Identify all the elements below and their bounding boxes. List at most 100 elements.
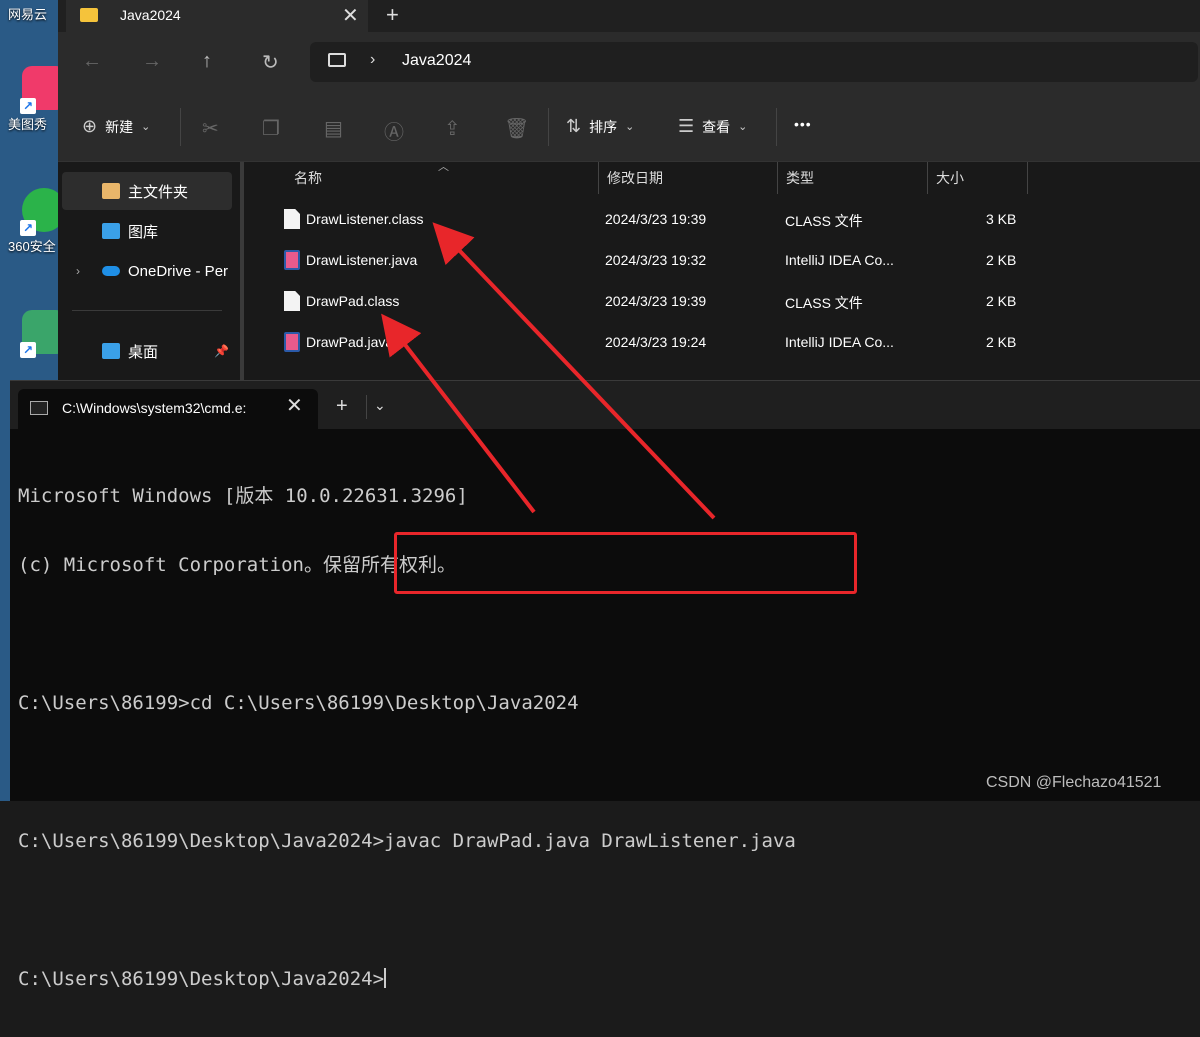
- address-bar[interactable]: › Java2024: [310, 42, 1198, 82]
- shortcut-arrow-icon: ↗: [20, 98, 36, 114]
- cloud-icon: [102, 266, 120, 276]
- chevron-down-icon: ⌄: [141, 121, 151, 133]
- file-name: DrawListener.class: [306, 211, 424, 227]
- nav-item-label: OneDrive - Per: [128, 262, 229, 280]
- terminal-prompt: C:\Users\86199\Desktop\Java2024>: [18, 968, 385, 990]
- more-options-button[interactable]: •••: [794, 116, 812, 132]
- new-tab-button[interactable]: +: [386, 2, 399, 28]
- chevron-down-icon[interactable]: ⌄: [374, 397, 386, 414]
- terminal-line: C:\Users\86199\Desktop\Java2024>javac Dr…: [18, 830, 796, 852]
- home-icon: [102, 183, 120, 199]
- column-header-type[interactable]: 类型: [778, 162, 928, 194]
- view-label: 查看: [702, 118, 731, 135]
- close-tab-icon[interactable]: ✕: [342, 3, 359, 28]
- annotation-highlight-box: [394, 532, 857, 594]
- terminal-output[interactable]: Microsoft Windows [版本 10.0.22631.3296] (…: [18, 439, 796, 1037]
- share-icon: ⇪: [444, 118, 461, 140]
- this-pc-icon: [328, 53, 346, 67]
- share-button[interactable]: ⇪: [444, 116, 461, 141]
- copy-button[interactable]: ❐: [262, 116, 280, 141]
- trash-icon: 🗑: [504, 118, 530, 140]
- cut-button[interactable]: ✂: [202, 116, 219, 141]
- new-button[interactable]: ⊕ 新建 ⌄: [82, 116, 150, 137]
- divider: [366, 395, 367, 419]
- divider: [180, 108, 181, 146]
- terminal-line: Microsoft Windows [版本 10.0.22631.3296]: [18, 485, 468, 507]
- sort-button[interactable]: ⇅ 排序 ⌄: [566, 116, 634, 137]
- file-row[interactable]: DrawListener.java 2024/3/23 19:32 Intell…: [278, 241, 1078, 281]
- nav-item-desktop[interactable]: 桌面 📌: [62, 332, 232, 370]
- desktop-shortcut-label: 360安全: [8, 239, 56, 254]
- file-type: CLASS 文件: [785, 295, 863, 311]
- delete-button[interactable]: 🗑: [504, 116, 529, 141]
- new-label: 新建: [105, 118, 134, 135]
- terminal-line: C:\Users\86199>cd C:\Users\86199\Desktop…: [18, 692, 579, 714]
- cut-icon: ✂: [202, 118, 219, 140]
- file-modified: 2024/3/23 19:39: [605, 211, 707, 227]
- terminal-tab[interactable]: C:\Windows\system32\cmd.e: ✕: [18, 389, 318, 429]
- divider: [548, 108, 549, 146]
- back-icon[interactable]: ←: [82, 50, 102, 73]
- desktop-shortcut[interactable]: 网易云: [8, 0, 60, 23]
- refresh-icon[interactable]: ↻: [262, 50, 279, 75]
- nav-item-label: 图库: [128, 223, 159, 241]
- file-explorer-window: Java2024 ✕ + ← → ↑ ↻ › Java2024 ⊕ 新建 ⌄ ✂…: [58, 0, 1200, 380]
- new-terminal-tab-button[interactable]: +: [336, 395, 348, 418]
- file-icon: [284, 291, 300, 311]
- plus-circle-icon: ⊕: [82, 116, 98, 136]
- nav-item-label: 主文件夹: [128, 183, 189, 201]
- gallery-icon: [102, 223, 120, 239]
- nav-item-gallery[interactable]: 图库: [62, 212, 232, 250]
- pin-icon[interactable]: 📌: [214, 344, 229, 358]
- file-row[interactable]: DrawPad.class 2024/3/23 19:39 CLASS 文件 2…: [278, 282, 1078, 322]
- up-icon[interactable]: ↑: [202, 50, 212, 73]
- sort-label: 排序: [589, 118, 618, 135]
- sort-ascending-icon: ︿: [438, 161, 449, 173]
- file-size: 2 KB: [986, 252, 1017, 268]
- desktop-shortcut[interactable]: ↗ 美图秀: [8, 66, 60, 133]
- rename-button[interactable]: Ⓐ: [384, 116, 404, 145]
- nav-item-label: 桌面: [128, 343, 159, 361]
- intellij-file-icon: [284, 332, 300, 352]
- desktop-shortcut[interactable]: ↗: [8, 310, 60, 358]
- address-path[interactable]: Java2024: [402, 52, 471, 70]
- file-list: 名称 ︿ 修改日期 类型 大小 DrawListener.class 2024/…: [258, 161, 1200, 380]
- address-toolbar: ← → ↑ ↻ › Java2024: [58, 32, 1200, 94]
- chevron-right-icon[interactable]: ›: [370, 51, 375, 69]
- column-header-size[interactable]: 大小: [928, 162, 1028, 194]
- navigation-pane: 主文件夹 图库 › OneDrive - Per 桌面 📌: [58, 162, 254, 380]
- expand-chevron-icon[interactable]: ›: [76, 264, 80, 278]
- file-modified: 2024/3/23 19:32: [605, 252, 707, 268]
- command-bar: ⊕ 新建 ⌄ ✂ ❐ ▤ Ⓐ ⇪ 🗑 ⇅ 排序 ⌄ ☰ 查看 ⌄ •••: [58, 94, 1200, 162]
- file-row[interactable]: DrawPad.java 2024/3/23 19:24 IntelliJ ID…: [278, 323, 1078, 363]
- divider: [776, 108, 777, 146]
- file-name: DrawListener.java: [306, 252, 418, 268]
- view-button[interactable]: ☰ 查看 ⌄: [678, 116, 747, 137]
- shortcut-arrow-icon: ↗: [20, 342, 36, 358]
- view-icon: ☰: [678, 116, 695, 136]
- file-row[interactable]: DrawListener.class 2024/3/23 19:39 CLASS…: [278, 200, 1078, 240]
- file-type: CLASS 文件: [785, 213, 863, 229]
- desktop-shortcut[interactable]: ↗ 360安全: [8, 188, 60, 255]
- terminal-prompt-line[interactable]: C:\Users\86199\Desktop\Java2024>: [18, 968, 796, 991]
- intellij-file-icon: [284, 250, 300, 270]
- chevron-down-icon: ⌄: [625, 121, 635, 133]
- explorer-tab[interactable]: Java2024 ✕: [66, 0, 368, 32]
- nav-item-onedrive[interactable]: › OneDrive - Per: [62, 252, 232, 290]
- file-name: DrawPad.java: [306, 334, 394, 350]
- watermark: CSDN @Flechazo41521: [986, 774, 1162, 791]
- column-header-modified[interactable]: 修改日期: [598, 162, 778, 194]
- nav-item-home[interactable]: 主文件夹: [62, 172, 232, 210]
- sort-icon: ⇅: [566, 116, 582, 136]
- paste-button[interactable]: ▤: [324, 116, 343, 141]
- nav-scrollbar[interactable]: [240, 162, 244, 380]
- text-cursor: [384, 968, 387, 988]
- forward-icon[interactable]: →: [142, 50, 162, 73]
- close-tab-icon[interactable]: ✕: [286, 393, 303, 418]
- file-type: IntelliJ IDEA Co...: [785, 252, 894, 268]
- explorer-tab-title: Java2024: [120, 7, 181, 23]
- shortcut-arrow-icon: ↗: [20, 220, 36, 236]
- folder-icon: [80, 8, 98, 22]
